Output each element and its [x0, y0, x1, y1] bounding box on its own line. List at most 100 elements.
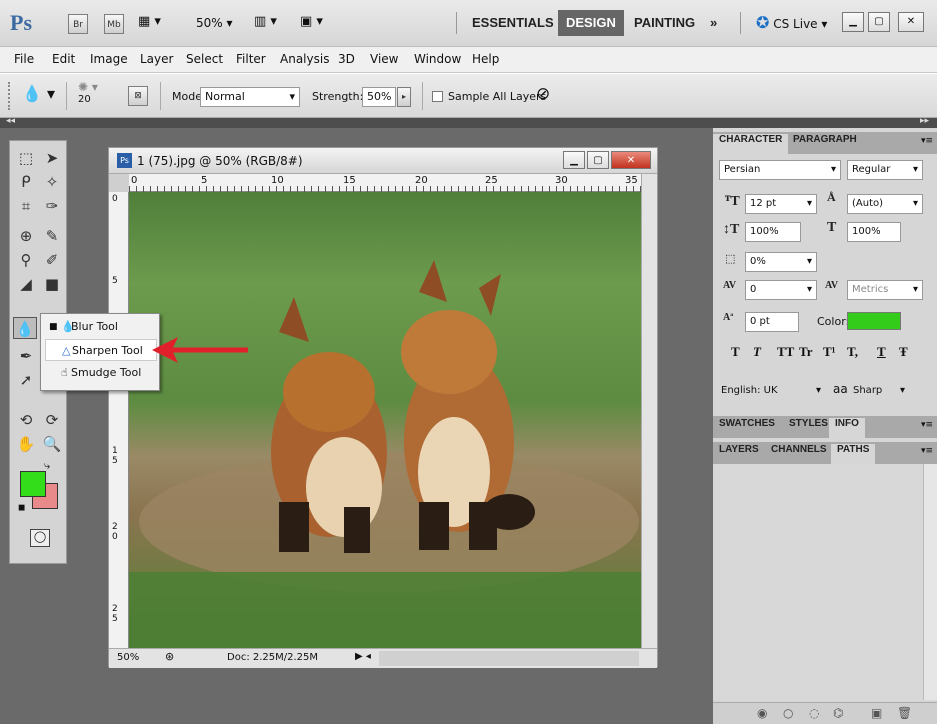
faux-italic-button[interactable]: T	[753, 344, 761, 360]
doc-close-button[interactable]: ✕	[611, 151, 651, 169]
status-info-icon[interactable]: ⊛	[165, 650, 174, 663]
menu-window[interactable]: Window	[414, 52, 461, 66]
brush-tool[interactable]: ✎	[40, 225, 64, 247]
tool-preset-picker[interactable]: 💧 ▾	[22, 84, 55, 103]
make-work-path-icon[interactable]: ⌬	[833, 706, 843, 720]
all-caps-button[interactable]: TT	[777, 344, 794, 360]
collapse-left-icon[interactable]: ◂◂	[6, 116, 15, 126]
eraser-tool[interactable]: ◢	[14, 273, 38, 295]
menu-view[interactable]: View	[370, 52, 398, 66]
hand-tool[interactable]: ✋	[14, 433, 38, 455]
menu-filter[interactable]: Filter	[236, 52, 266, 66]
lasso-tool[interactable]: ᑭ	[14, 171, 38, 193]
default-colors-icon[interactable]: ◼	[18, 503, 25, 513]
baseline-shift-field[interactable]: 0 pt	[745, 312, 799, 332]
tab-paragraph[interactable]: PARAGRAPH	[787, 134, 863, 154]
leading-field[interactable]: (Auto) ▾	[847, 194, 923, 214]
font-size-field[interactable]: 12 pt ▾	[745, 194, 817, 214]
panel-menu-icon[interactable]: ▾≡	[921, 446, 933, 456]
menu-edit[interactable]: Edit	[52, 52, 75, 66]
vertical-scrollbar[interactable]	[641, 174, 657, 648]
faux-bold-button[interactable]: T	[731, 344, 740, 360]
superscript-button[interactable]: T¹	[823, 344, 836, 360]
flyout-sharpen-tool[interactable]: △ Sharpen Tool	[45, 339, 157, 361]
menu-file[interactable]: File	[14, 52, 34, 66]
fill-path-icon[interactable]: ◉	[757, 706, 767, 720]
font-family-select[interactable]: Persian ▾	[719, 160, 841, 180]
image-canvas[interactable]	[129, 192, 641, 648]
anti-alias-select[interactable]: Sharp ▾	[849, 382, 909, 402]
flyout-smudge-tool[interactable]: ☝ Smudge Tool	[45, 362, 157, 384]
bridge-button[interactable]: Br	[68, 14, 88, 34]
strength-input[interactable]: 50%	[362, 87, 396, 107]
tab-layers[interactable]: LAYERS	[713, 444, 765, 464]
menu-select[interactable]: Select	[186, 52, 223, 66]
new-path-icon[interactable]: ▣	[871, 706, 882, 720]
clone-stamp-tool[interactable]: ⚲	[14, 249, 38, 271]
vertical-scale-field[interactable]: 100%	[745, 222, 801, 242]
restore-button[interactable]: ▢	[868, 12, 890, 32]
menu-layer[interactable]: Layer	[140, 52, 173, 66]
strength-slider-button[interactable]: ▸	[397, 87, 411, 107]
kerning-left-field[interactable]: 0 ▾	[745, 280, 817, 300]
workspace-design[interactable]: DESIGN	[558, 10, 624, 36]
3d-orbit-tool[interactable]: ⟳	[40, 409, 64, 431]
3d-rotate-tool[interactable]: ⟲	[14, 409, 38, 431]
more-workspaces-button[interactable]: »	[710, 10, 717, 36]
horizontal-scale-field[interactable]: 100%	[847, 222, 901, 242]
close-button[interactable]: ✕	[898, 12, 924, 32]
move-tool[interactable]: ➤	[40, 147, 64, 169]
cs-live-menu[interactable]: ✪ CS Live ▾	[756, 13, 827, 32]
brush-picker[interactable]: ✺ ▾ 20	[78, 80, 118, 112]
status-menu-arrow[interactable]: ▶ ◂	[355, 651, 371, 662]
tab-channels[interactable]: CHANNELS	[765, 444, 833, 464]
document-title-bar[interactable]: Ps 1 (75).jpg @ 50% (RGB/8#) ▁ ▢ ✕	[109, 148, 657, 174]
horizontal-scrollbar[interactable]	[379, 651, 639, 666]
foreground-color-swatch[interactable]	[20, 471, 46, 497]
tab-swatches[interactable]: SWATCHES	[713, 418, 781, 438]
healing-brush-tool[interactable]: ⊕	[14, 225, 38, 247]
blur-tool[interactable]: 💧	[13, 317, 37, 339]
minibridge-button[interactable]: Mb	[104, 14, 124, 34]
path-selection-tool[interactable]: ➚	[14, 369, 38, 391]
paths-scrollbar[interactable]	[923, 464, 937, 700]
view-extras-menu[interactable]: ▦ ▾	[138, 14, 174, 34]
collapse-right-icon[interactable]: ▸▸	[920, 116, 929, 126]
marquee-tool[interactable]: ⬚	[14, 147, 38, 169]
menu-help[interactable]: Help	[472, 52, 499, 66]
menu-3d[interactable]: 3D	[338, 52, 355, 66]
menu-analysis[interactable]: Analysis	[280, 52, 329, 66]
load-selection-icon[interactable]: ◌	[809, 706, 819, 720]
underline-button[interactable]: T	[877, 344, 886, 360]
crop-tool[interactable]: ⌗	[14, 195, 38, 217]
zoom-level-menu[interactable]: 50% ▾	[196, 16, 233, 30]
sample-all-layers-checkbox[interactable]	[432, 91, 443, 102]
flyout-blur-tool[interactable]: ■ 💧 Blur Tool	[45, 316, 157, 338]
tab-paths[interactable]: PATHS	[831, 444, 876, 464]
tab-character[interactable]: CHARACTER	[713, 134, 789, 154]
quick-selection-tool[interactable]: ✧	[40, 171, 64, 193]
tsume-field[interactable]: 0% ▾	[745, 252, 817, 272]
gradient-tool[interactable]: ■	[40, 273, 64, 295]
pen-tool[interactable]: ✒	[14, 345, 38, 367]
delete-path-icon[interactable]: 🗑	[897, 706, 912, 720]
stroke-path-icon[interactable]: ○	[783, 706, 793, 720]
eyedropper-tool[interactable]: ✑	[40, 195, 64, 217]
minimize-button[interactable]: ▁	[842, 12, 864, 32]
subscript-button[interactable]: T,	[847, 344, 858, 360]
options-grip[interactable]	[8, 82, 12, 110]
text-color-swatch[interactable]	[847, 312, 901, 330]
workspace-essentials[interactable]: ESSENTIALS	[472, 10, 554, 36]
history-brush-tool[interactable]: ✐	[40, 249, 64, 271]
kerning-metrics-field[interactable]: Metrics ▾	[847, 280, 923, 300]
zoom-field[interactable]: 50%	[117, 652, 139, 663]
workspace-painting[interactable]: PAINTING	[634, 10, 695, 36]
panel-menu-icon[interactable]: ▾≡	[921, 136, 933, 146]
quick-mask-button[interactable]: ◯	[30, 529, 50, 547]
pressure-button[interactable]: ⊘	[536, 84, 550, 104]
arrange-documents-menu[interactable]: ▥ ▾	[254, 14, 277, 29]
tab-styles[interactable]: STYLES	[783, 418, 834, 438]
brush-panel-toggle[interactable]: ⊠	[128, 86, 148, 106]
doc-minimize-button[interactable]: ▁	[563, 151, 585, 169]
strikethrough-button[interactable]: Ŧ	[899, 344, 908, 360]
